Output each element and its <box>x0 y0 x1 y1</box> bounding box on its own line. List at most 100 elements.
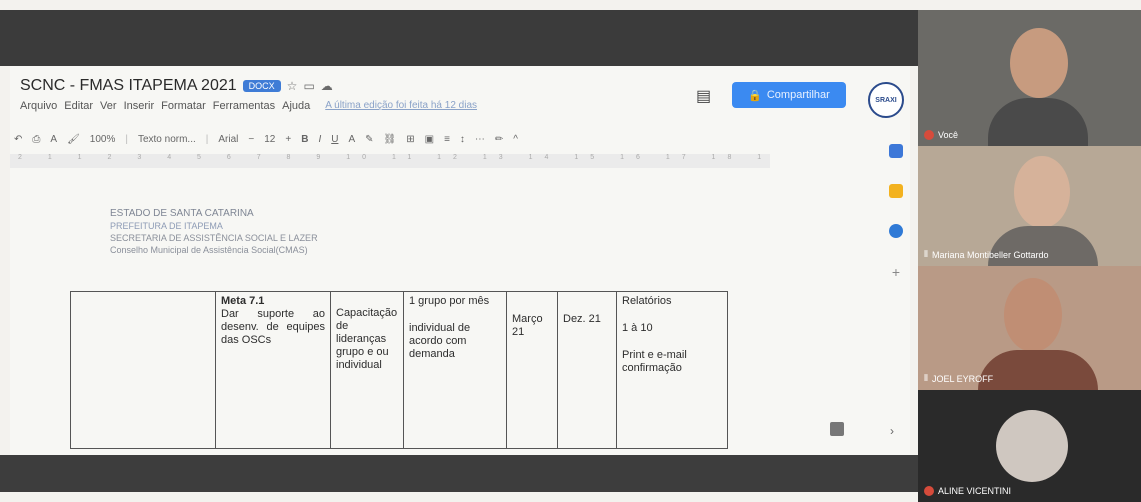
letterhead: ESTADO DE SANTA CATARINA PREFEITURA DE I… <box>110 208 318 256</box>
cloud-icon[interactable]: ☁ <box>321 79 333 93</box>
image-icon[interactable]: ▣ <box>425 134 434 145</box>
account-avatar[interactable]: SRAXI <box>868 82 904 118</box>
line-spacing-icon[interactable]: ↕ <box>460 134 465 145</box>
highlight-icon[interactable]: ✎ <box>365 134 373 145</box>
more-icon[interactable]: ⋯ <box>475 134 485 145</box>
menu-editar[interactable]: Editar <box>64 100 93 112</box>
style-select[interactable]: Texto norm... <box>138 134 196 145</box>
menu-inserir[interactable]: Inserir <box>124 100 155 112</box>
participant-video <box>1004 278 1062 352</box>
menu-ver[interactable]: Ver <box>100 100 117 112</box>
menu-arquivo[interactable]: Arquivo <box>20 100 57 112</box>
side-panel: + <box>884 144 908 280</box>
mic-off-icon <box>924 130 934 140</box>
table-cell-verificacao[interactable]: Relatórios 1 à 10 Print e e-mail confirm… <box>616 291 728 449</box>
participant-name: Mariana Montibeller Gottardo <box>931 249 1049 260</box>
font-size-input[interactable]: 12 <box>264 134 275 145</box>
frequencia-grupo: 1 grupo por mês <box>409 295 490 307</box>
participant-tile-aline[interactable]: ALINE VICENTINI <box>918 390 1141 502</box>
table-cell-meta[interactable]: Meta 7.1 Dar suporte ao desenv. de equip… <box>215 291 331 449</box>
meta-title: Meta 7.1 <box>221 295 265 307</box>
audio-icon: ⦀ <box>924 373 928 383</box>
participant-shoulders <box>978 350 1098 390</box>
table-cell-inicio[interactable]: Março 21 <box>506 291 558 449</box>
italic-icon[interactable]: I <box>318 134 321 145</box>
participant-name-tag: ⦀ JOEL EYROFF <box>924 373 993 384</box>
letterhead-conselho: Conselho Municipal de Assistência Social… <box>110 245 308 255</box>
participant-name-tag: ⦀ Mariana Montibeller Gottardo <box>924 249 1049 260</box>
menu-ferramentas[interactable]: Ferramentas <box>213 100 275 112</box>
bottom-dark-bar <box>0 455 918 492</box>
participant-tile-joel[interactable]: ⦀ JOEL EYROFF <box>918 266 1141 390</box>
font-select[interactable]: Arial <box>218 134 238 145</box>
participant-name-tag: Você <box>924 130 958 140</box>
audio-icon: ⦀ <box>924 249 928 259</box>
paint-format-icon[interactable]: 🖌 <box>67 134 80 145</box>
zoom-select[interactable]: 100% <box>90 134 116 145</box>
keep-icon[interactable] <box>889 184 903 198</box>
menu-formatar[interactable]: Formatar <box>161 100 206 112</box>
tasks-icon[interactable] <box>889 224 903 238</box>
share-button[interactable]: 🔒 Compartilhar <box>732 82 846 108</box>
participant-tile-mariana[interactable]: ⦀ Mariana Montibeller Gottardo <box>918 146 1141 266</box>
meta-text: Dar suporte ao desenv. de equipes das OS… <box>221 308 325 346</box>
table-cell-frequencia[interactable]: 1 grupo por mês individual de acordo com… <box>403 291 507 449</box>
participant-name: ALINE VICENTINI <box>938 486 1012 496</box>
table-cell-fim[interactable]: Dez. 21 <box>557 291 617 449</box>
text-color-icon[interactable]: A <box>348 134 355 145</box>
docx-badge: DOCX <box>242 80 281 92</box>
comment-icon[interactable]: ▤ <box>696 86 711 106</box>
participant-avatar <box>996 410 1068 482</box>
undo-icon[interactable]: ↶ <box>14 134 22 145</box>
print-email-text: Print e e-mail confirmação <box>622 349 687 374</box>
star-icon[interactable]: ☆ <box>287 79 298 93</box>
table-row: Meta 7.1 Dar suporte ao desenv. de equip… <box>70 291 728 449</box>
calendar-icon[interactable] <box>889 144 903 158</box>
letterhead-city: PREFEITURA DE ITAPEMA <box>110 221 223 231</box>
mic-off-icon <box>924 486 934 496</box>
participant-name: JOEL EYROFF <box>931 373 994 384</box>
explore-icon[interactable] <box>830 422 844 436</box>
menu-bar: Arquivo Editar Ver Inserir Formatar Ferr… <box>20 100 477 112</box>
title-row: SCNC - FMAS ITAPEMA 2021 DOCX ☆ ▭ ☁ <box>20 76 333 96</box>
participant-name-tag: ALINE VICENTINI <box>924 486 1011 496</box>
lock-icon: 🔒 <box>748 89 762 102</box>
divider: | <box>205 133 209 145</box>
spellcheck-icon[interactable]: A <box>50 134 57 145</box>
top-dark-bar <box>0 10 918 66</box>
align-icon[interactable]: ≡ <box>444 134 450 145</box>
underline-icon[interactable]: U <box>331 134 338 145</box>
print-icon[interactable]: ⎙ <box>32 134 40 145</box>
relatorios-text: Relatórios <box>622 295 672 307</box>
font-increase-icon[interactable]: + <box>285 134 291 145</box>
add-addon-icon[interactable]: + <box>892 264 900 280</box>
comment-add-icon[interactable]: ⊞ <box>406 134 414 145</box>
participant-shoulders <box>988 226 1098 266</box>
folder-icon[interactable]: ▭ <box>303 79 314 93</box>
letterhead-state: ESTADO DE SANTA CATARINA <box>110 208 254 219</box>
collapse-icon[interactable]: ^ <box>513 134 518 145</box>
bold-icon[interactable]: B <box>301 134 308 145</box>
participant-tile-you[interactable]: Você <box>918 10 1141 146</box>
ruler[interactable]: 2 1 1 2 3 4 5 6 7 8 9 10 11 12 13 14 15 … <box>10 154 770 168</box>
chevron-right-icon[interactable]: › <box>890 424 894 438</box>
letterhead-secretaria: SECRETARIA DE ASSISTÊNCIA SOCIAL E LAZER <box>110 233 318 243</box>
format-toolbar: ↶ ⎙ A 🖌 100% | Texto norm... | Arial − 1… <box>10 128 910 150</box>
participant-video <box>1010 28 1068 98</box>
menu-ajuda[interactable]: Ajuda <box>282 100 310 112</box>
link-icon[interactable]: ⛓ <box>384 134 397 145</box>
fim-text: Dez. 21 <box>563 313 601 325</box>
participant-shoulders <box>988 98 1088 146</box>
goals-table: Meta 7.1 Dar suporte ao desenv. de equip… <box>70 291 728 449</box>
last-edit-link[interactable]: A última edição foi feita há 12 dias <box>325 100 477 112</box>
table-cell-empty[interactable] <box>70 291 216 449</box>
capacitacao-text: Capacitação de lideranças grupo e ou ind… <box>336 307 398 371</box>
range-text: 1 à 10 <box>622 322 653 334</box>
inicio-text: Março 21 <box>512 313 543 338</box>
table-cell-capacitacao[interactable]: Capacitação de lideranças grupo e ou ind… <box>330 291 404 449</box>
frequencia-individual: individual de acordo com demanda <box>409 322 471 360</box>
editing-mode-icon[interactable]: ✏ <box>495 134 503 145</box>
font-decrease-icon[interactable]: − <box>248 134 254 145</box>
doc-title[interactable]: SCNC - FMAS ITAPEMA 2021 <box>20 77 237 95</box>
divider: | <box>125 133 128 145</box>
